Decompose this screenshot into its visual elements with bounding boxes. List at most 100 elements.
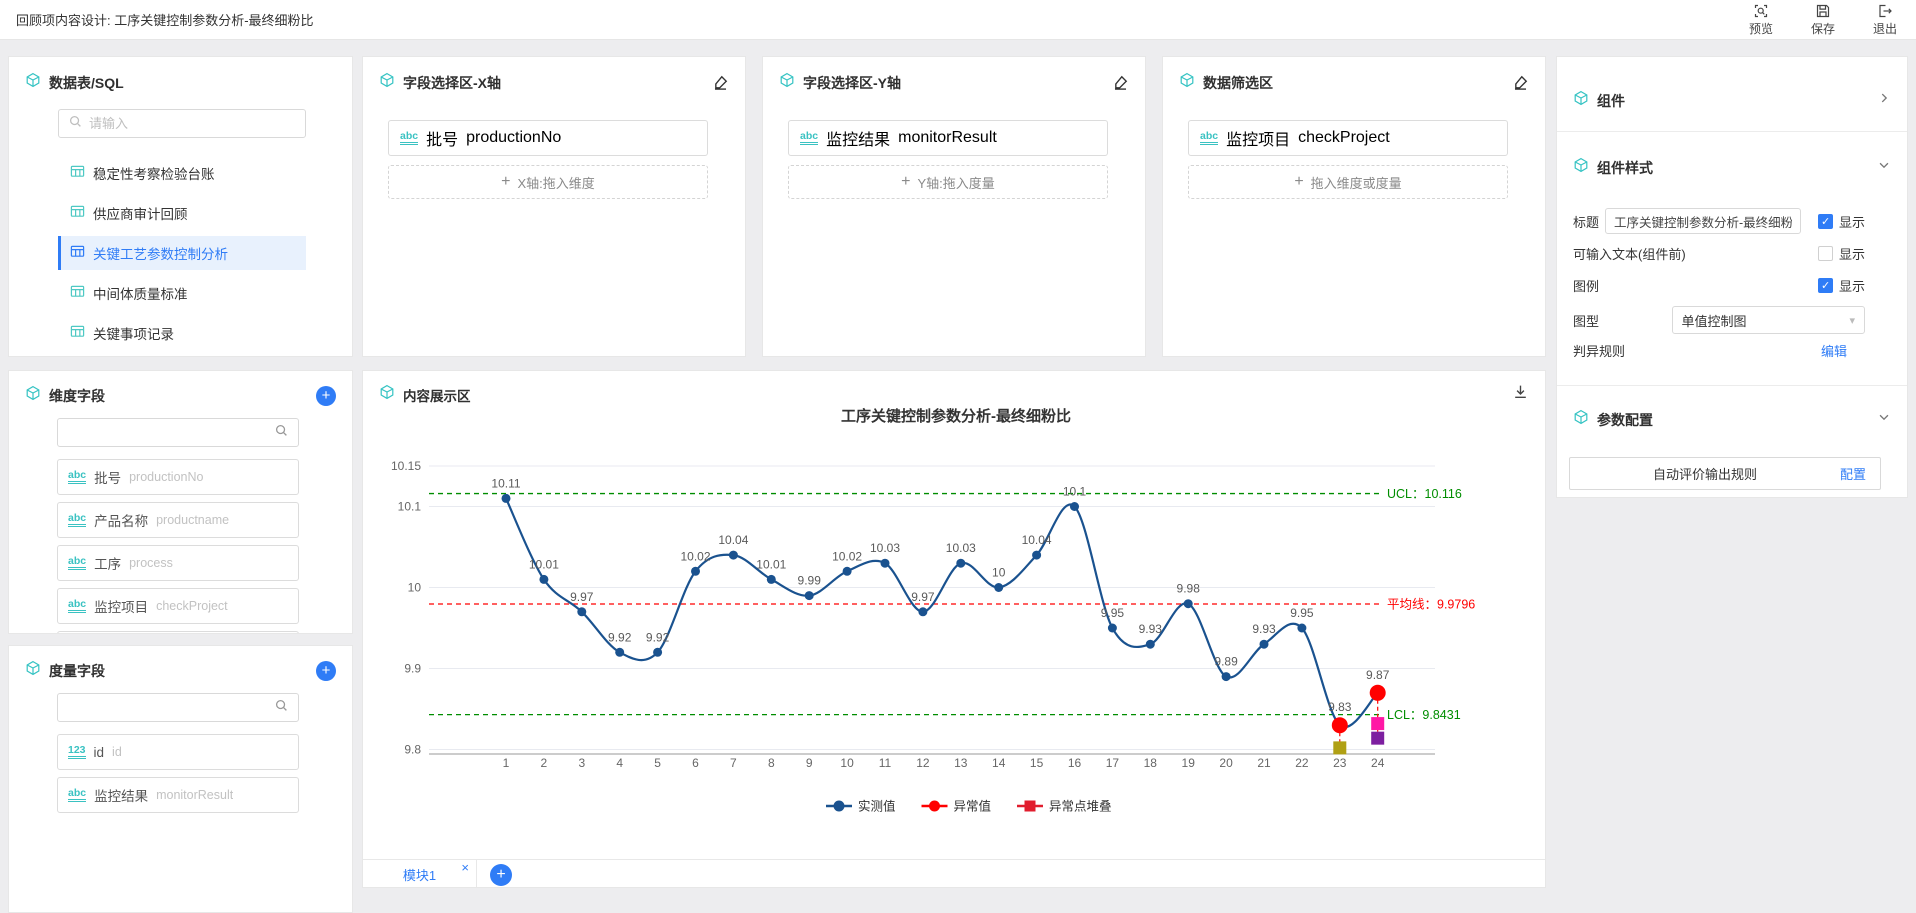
topbar: 回顾项内容设计: 工序关键控制参数分析-最终细粉比 预览 保存 退出 [0, 0, 1916, 40]
plus-icon [901, 174, 910, 190]
table-item[interactable]: 供应商审计回顾 [58, 196, 306, 230]
field-chip[interactable]: abc 产品名称 productname [57, 502, 299, 538]
field-chip[interactable]: abc 监控项目 checkProject [57, 588, 299, 624]
component-section-header[interactable]: 组件 [1557, 57, 1907, 131]
page-title: 回顾项内容设计: 工序关键控制参数分析-最终细粉比 [16, 10, 314, 29]
measure-search-input[interactable] [67, 700, 268, 715]
cube-icon [1573, 157, 1589, 178]
chevron-down-icon[interactable] [1877, 410, 1891, 429]
search-icon [274, 698, 289, 718]
save-button[interactable]: 保存 [1806, 3, 1840, 37]
add-dimension-button[interactable] [316, 386, 336, 406]
svg-text:4: 4 [616, 756, 623, 770]
table-item[interactable]: 中间体质量标准 [58, 276, 306, 310]
measure-search[interactable] [57, 693, 299, 722]
svg-text:17: 17 [1106, 756, 1120, 770]
svg-text:16: 16 [1068, 756, 1082, 770]
table-item[interactable]: 关键事项记录 [58, 316, 306, 350]
x-axis-field-chip[interactable]: abc 批号 productionNo [388, 120, 708, 156]
svg-text:9.99: 9.99 [798, 574, 822, 588]
filter-dropzone[interactable]: 拖入维度或度量 [1188, 165, 1508, 199]
legend-show-checkbox[interactable] [1818, 278, 1833, 293]
dimension-panel: 维度字段 abc 批号 productionNo abc 产品名称 produc… [8, 370, 353, 634]
search-icon [274, 423, 289, 443]
svg-text:9.93: 9.93 [1139, 622, 1163, 636]
svg-text:15: 15 [1030, 756, 1044, 770]
component-title-input[interactable] [1605, 208, 1801, 234]
add-module-button[interactable] [490, 864, 512, 886]
svg-text:9.98: 9.98 [1177, 582, 1201, 596]
panel-title: 字段选择区-X轴 [403, 73, 501, 93]
plus-icon [1294, 174, 1303, 190]
y-axis-field-chip[interactable]: abc 监控结果 monitorResult [788, 120, 1108, 156]
clear-icon[interactable] [1112, 74, 1129, 91]
add-measure-button[interactable] [316, 661, 336, 681]
measure-panel: 度量字段 123 id id abc 监控结果 monitorResult [8, 645, 353, 913]
svg-text:11: 11 [879, 756, 892, 770]
svg-text:UCL：10.116: UCL：10.116 [1387, 487, 1462, 501]
y-axis-dropzone[interactable]: Y轴:拖入度量 [788, 165, 1108, 199]
control-chart: 10.1510.1109.99.812345678910111213141516… [363, 401, 1545, 841]
svg-text:异常点堆叠: 异常点堆叠 [1049, 800, 1112, 814]
svg-text:13: 13 [954, 756, 968, 770]
svg-text:6: 6 [692, 756, 699, 770]
topbar-actions: 预览 保存 退出 [1744, 3, 1902, 37]
svg-text:9.95: 9.95 [1101, 606, 1125, 620]
field-chip[interactable]: abc 工序 process [57, 545, 299, 581]
svg-text:1: 1 [503, 756, 510, 770]
svg-text:8: 8 [768, 756, 775, 770]
field-chip-partial[interactable] [57, 631, 299, 634]
chevron-down-icon[interactable] [1877, 158, 1891, 177]
abc-field-icon: abc [68, 513, 86, 528]
preview-button[interactable]: 预览 [1744, 3, 1778, 37]
cube-icon [379, 72, 395, 93]
cube-icon [1573, 409, 1589, 430]
svg-text:9.87: 9.87 [1366, 668, 1390, 682]
field-chip[interactable]: abc 批号 productionNo [57, 459, 299, 495]
abc-field-icon: abc [68, 599, 86, 614]
chart-type-select[interactable]: 单值控制图 ▾ [1672, 306, 1865, 334]
input-text-row: 可输入文本(组件前) 显示 [1573, 240, 1891, 266]
cube-icon [25, 660, 41, 681]
svg-text:24: 24 [1371, 756, 1385, 770]
preview-icon [1753, 3, 1769, 19]
title-show-checkbox[interactable] [1818, 214, 1833, 229]
filter-field-chip[interactable]: abc 监控项目 checkProject [1188, 120, 1508, 156]
rule-edit-link[interactable]: 编辑 [1821, 341, 1847, 360]
chevron-right-icon[interactable] [1877, 91, 1891, 110]
field-chip[interactable]: 123 id id [57, 734, 299, 770]
table-item-selected[interactable]: 关键工艺参数控制分析 [58, 236, 306, 270]
params-section-header[interactable]: 参数配置 [1557, 386, 1907, 430]
svg-text:21: 21 [1257, 756, 1271, 770]
clear-icon[interactable] [1512, 74, 1529, 91]
module-tabbar: 模块1 [363, 859, 1545, 888]
x-axis-dropzone[interactable]: X轴:拖入维度 [388, 165, 708, 199]
svg-text:LCL：9.8431: LCL：9.8431 [1387, 708, 1461, 722]
tab-module1[interactable]: 模块1 [363, 860, 477, 888]
cube-icon [25, 385, 41, 406]
dimension-field-list: abc 批号 productionNo abc 产品名称 productname… [57, 459, 299, 634]
field-chip[interactable]: abc 监控结果 monitorResult [57, 777, 299, 813]
dimension-search-input[interactable] [67, 425, 268, 440]
style-section-header[interactable]: 组件样式 [1557, 132, 1907, 208]
table-search[interactable] [58, 109, 306, 138]
clear-icon[interactable] [712, 74, 729, 91]
svg-text:18: 18 [1144, 756, 1158, 770]
table-item[interactable]: 稳定性考察检验台账 [58, 156, 306, 190]
input-text-show-checkbox[interactable] [1818, 246, 1833, 261]
legend-row: 图例 显示 [1573, 272, 1891, 298]
svg-text:9.97: 9.97 [570, 590, 594, 604]
svg-text:9.89: 9.89 [1214, 655, 1238, 669]
exit-button[interactable]: 退出 [1868, 3, 1902, 37]
dimension-search[interactable] [57, 418, 299, 447]
table-icon [70, 164, 85, 182]
filter-panel: 数据筛选区 abc 监控项目 checkProject 拖入维度或度量 [1162, 56, 1546, 357]
svg-text:实测值: 实测值 [858, 799, 896, 814]
params-config-link[interactable]: 配置 [1840, 464, 1866, 483]
svg-text:10.03: 10.03 [946, 541, 976, 555]
cube-icon [1573, 90, 1589, 111]
table-search-input[interactable] [89, 116, 296, 131]
panel-title: 数据筛选区 [1203, 73, 1273, 93]
abc-field-icon: abc [68, 556, 86, 571]
close-icon[interactable] [461, 861, 469, 874]
